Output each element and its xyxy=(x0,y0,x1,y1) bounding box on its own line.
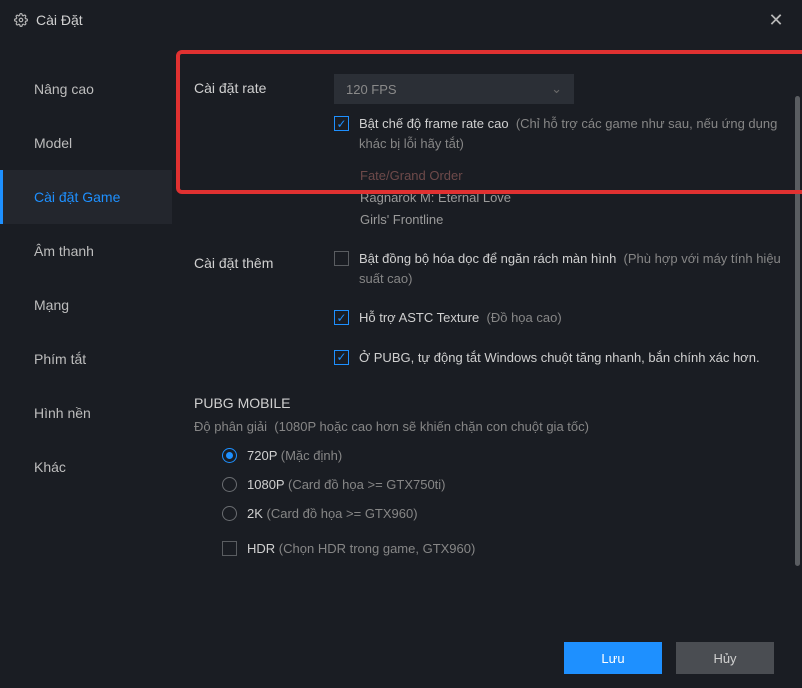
extra-label: Cài đặt thêm xyxy=(194,249,334,367)
sidebar-item-wallpaper[interactable]: Hình nền xyxy=(0,386,172,440)
resolution-1080p[interactable]: 1080P (Card đồ họa >= GTX750ti) xyxy=(222,477,782,492)
pubg-mouse-label: Ở PUBG, tự động tắt Windows chuột tăng n… xyxy=(359,348,760,368)
radio-icon xyxy=(222,477,237,492)
gear-icon xyxy=(14,13,28,27)
radio-icon xyxy=(222,448,237,463)
fps-select[interactable]: 120 FPS ⌄ xyxy=(334,74,574,104)
hdr-checkbox[interactable] xyxy=(222,541,237,556)
sidebar-item-audio[interactable]: Âm thanh xyxy=(0,224,172,278)
sidebar-item-shortcuts[interactable]: Phím tắt xyxy=(0,332,172,386)
game-item: Fate/Grand Order xyxy=(360,165,782,187)
titlebar: Cài Đặt ✕ xyxy=(0,0,802,40)
vsync-checkbox[interactable] xyxy=(334,251,349,266)
hdr-label: HDR (Chọn HDR trong game, GTX960) xyxy=(247,539,475,559)
pubg-header: PUBG MOBILE xyxy=(194,395,782,411)
sidebar-item-network[interactable]: Mạng xyxy=(0,278,172,332)
content-panel: Cài đặt rate 120 FPS ⌄ Bật chế độ frame … xyxy=(172,40,802,628)
game-item: Girls' Frontline xyxy=(360,209,782,231)
footer: Lưu Hủy xyxy=(0,628,802,688)
window-title: Cài Đặt xyxy=(36,12,764,28)
pubg-mouse-checkbox[interactable] xyxy=(334,350,349,365)
resolution-label: Độ phân giải (1080P hoặc cao hơn sẽ khiế… xyxy=(194,419,782,434)
scrollbar[interactable] xyxy=(795,96,800,566)
sidebar-item-other[interactable]: Khác xyxy=(0,440,172,494)
resolution-2k[interactable]: 2K (Card đồ họa >= GTX960) xyxy=(222,506,782,521)
vsync-label: Bật đồng bộ hóa dọc để ngăn rách màn hìn… xyxy=(359,249,782,288)
sidebar-item-game-settings[interactable]: Cài đặt Game xyxy=(0,170,172,224)
resolution-720p[interactable]: 720P (Mặc định) xyxy=(222,448,782,463)
chevron-down-icon: ⌄ xyxy=(551,81,562,97)
rate-label: Cài đặt rate xyxy=(194,74,334,153)
supported-games-list: Fate/Grand Order Ragnarok M: Eternal Lov… xyxy=(360,165,782,231)
sidebar: Nâng cao Model Cài đặt Game Âm thanh Mạn… xyxy=(0,40,172,628)
astc-checkbox[interactable] xyxy=(334,310,349,325)
sidebar-item-model[interactable]: Model xyxy=(0,116,172,170)
high-fps-label: Bật chế độ frame rate cao (Chỉ hỗ trợ cá… xyxy=(359,114,782,153)
game-item: Ragnarok M: Eternal Love xyxy=(360,187,782,209)
fps-select-value: 120 FPS xyxy=(346,82,397,97)
save-button[interactable]: Lưu xyxy=(564,642,662,674)
close-button[interactable]: ✕ xyxy=(764,8,788,32)
sidebar-item-advanced[interactable]: Nâng cao xyxy=(0,62,172,116)
radio-icon xyxy=(222,506,237,521)
cancel-button[interactable]: Hủy xyxy=(676,642,774,674)
astc-label: Hỗ trợ ASTC Texture (Đồ họa cao) xyxy=(359,308,562,328)
high-fps-checkbox[interactable] xyxy=(334,116,349,131)
